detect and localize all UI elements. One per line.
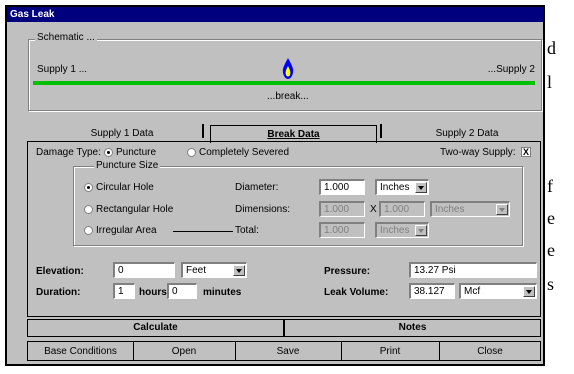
dimension1-input[interactable]: 1.000 [319,201,365,217]
irregular-leader-line [173,231,233,232]
tab-supply1-data[interactable]: Supply 1 Data [67,125,177,142]
chevron-down-icon[interactable] [233,265,245,276]
minutes-label: minutes [203,287,242,298]
leak-volume-output: 38.127 [409,283,455,299]
pressure-label: Pressure: [324,266,371,277]
background-text: d [547,38,556,58]
rectangular-hole-label: Rectangular Hole [96,204,174,215]
chevron-down-icon[interactable] [415,182,427,193]
puncture-label: Puncture [116,147,157,158]
two-way-supply-label: Two-way Supply: [440,147,516,158]
completely-severed-label: Completely Severed [199,147,290,158]
radio-puncture[interactable] [104,148,113,157]
hours-label: hours [139,287,167,298]
diameter-input[interactable]: 1.000 [319,179,365,195]
leak-volume-label: Leak Volume: [324,287,389,298]
background-text: s [547,274,555,294]
pressure-output: 13.27 Psi [409,262,537,278]
diameter-label: Diameter: [235,182,279,193]
base-conditions-button[interactable]: Base Conditions [29,346,132,357]
dimensions-unit-select[interactable]: Inches [430,201,510,217]
leak-volume-unit-select[interactable]: Mcf [459,283,537,299]
total-unit-select[interactable]: Inches [375,222,429,238]
save-button[interactable]: Save [236,346,340,357]
total-area-input[interactable]: 1.000 [319,222,365,238]
window-title: Gas Leak [7,7,543,22]
elevation-label: Elevation: [36,266,84,277]
background-text: e [547,240,555,260]
close-button[interactable]: Close [440,346,540,357]
dimensions-label: Dimensions: [235,204,291,215]
background-text: l [547,72,553,92]
open-button[interactable]: Open [134,346,234,357]
duration-hours-input[interactable]: 1 [113,283,135,299]
supply2-label: ...Supply 2 [487,64,535,75]
tab-divider [380,124,382,138]
diameter-unit-value: Inches [380,182,410,193]
irregular-area-label: Irregular Area [96,225,157,236]
background-text: e [547,208,555,228]
duration-minutes-input[interactable]: 0 [167,283,197,299]
elevation-input[interactable]: 0 [113,262,175,278]
chevron-down-icon[interactable] [523,286,535,297]
gas-leak-window: Gas Leak Schematic ... Supply 1 ... ...S… [5,5,545,366]
chevron-down-icon[interactable] [415,225,427,236]
tab-supply2-data[interactable]: Supply 2 Data [407,125,527,142]
break-label: ...break... [267,91,309,102]
elevation-unit-value: Feet [186,265,207,276]
two-way-supply-checkbox[interactable]: X [521,147,531,157]
duration-label: Duration: [36,287,81,298]
diameter-unit-select[interactable]: Inches [375,179,429,195]
radio-completely-severed[interactable] [187,148,196,157]
radio-circular-hole[interactable] [84,183,93,192]
calculate-button[interactable]: Calculate [27,319,284,337]
dimensions-separator: X [370,204,377,215]
circular-hole-label: Circular Hole [96,182,154,193]
schematic-group: Schematic ... Supply 1 ... ...Supply 2 .… [28,32,542,111]
dimensions-unit-value: Inches [435,204,465,215]
chevron-down-icon[interactable] [496,204,508,215]
flame-icon [282,58,294,83]
total-label: Total: [235,225,259,236]
print-button[interactable]: Print [342,346,438,357]
background-text: f [547,176,553,196]
schematic-label: Schematic ... [35,32,97,43]
tab-divider [202,124,204,138]
supply1-label: Supply 1 ... [37,64,88,75]
radio-rectangular-hole[interactable] [84,205,93,214]
puncture-size-label: Puncture Size [94,160,161,171]
notes-button[interactable]: Notes [284,319,541,337]
total-unit-value: Inches [380,225,410,236]
damage-type-label: Damage Type: [36,147,101,158]
leak-volume-unit-value: Mcf [464,286,481,297]
dimension2-input[interactable]: 1.000 [379,201,425,217]
radio-irregular-area[interactable] [84,226,93,235]
elevation-unit-select[interactable]: Feet [181,262,247,278]
